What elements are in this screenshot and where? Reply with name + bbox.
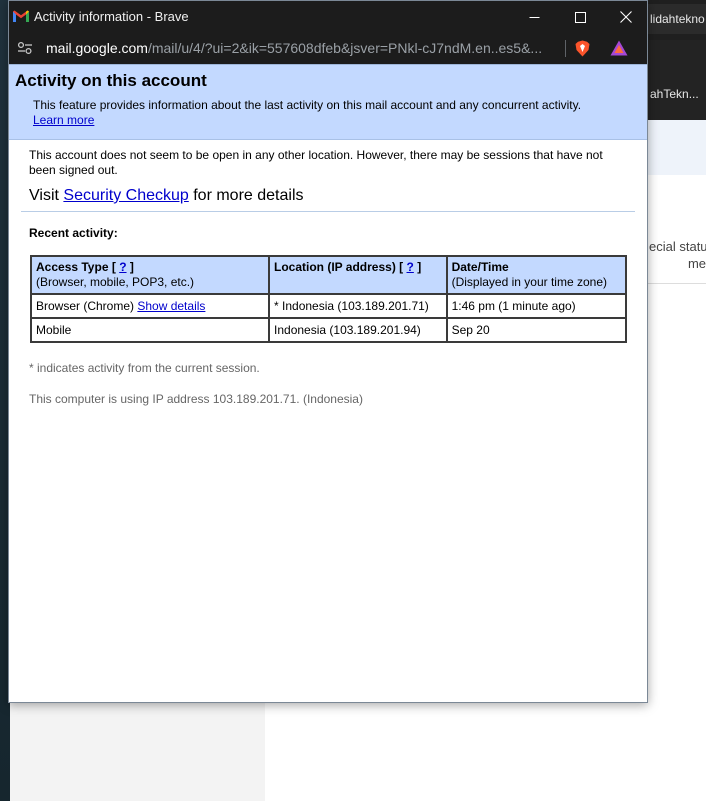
header-description: This feature provides information about …	[15, 98, 641, 128]
gmail-icon	[13, 10, 29, 22]
header-location: Location (IP address) [ ? ]	[268, 255, 448, 295]
background-main	[265, 702, 706, 801]
header-panel: Activity on this account This feature pr…	[9, 65, 647, 140]
cell-time: Sep 20	[445, 317, 628, 343]
header-location-title: Location (IP address)	[274, 260, 396, 274]
background-bookmark[interactable]: ahTekn...	[648, 80, 706, 108]
security-checkup-line: Visit Security Checkup for more details	[9, 178, 647, 211]
show-details-link[interactable]: Show details	[137, 299, 205, 313]
header-access-type: Access Type [ ? ] (Browser, mobile, POP3…	[29, 255, 271, 295]
cell-location: * Indonesia (103.189.201.71)	[268, 293, 448, 319]
page-title: Activity on this account	[15, 71, 207, 90]
table-row: Mobile Indonesia (103.189.201.94) Sep 20	[29, 317, 628, 343]
background-divider	[647, 283, 706, 284]
minimize-button[interactable]	[511, 1, 557, 33]
cell-access: Browser (Chrome) Show details	[29, 293, 271, 319]
header-datetime-title: Date/Time	[451, 260, 509, 274]
access-type-help-link[interactable]: ?	[119, 260, 126, 274]
activity-popup-window: Activity information - Brave mail.google…	[8, 0, 648, 703]
learn-more-link[interactable]: Learn more	[33, 113, 94, 127]
intro-text: This account does not seem to be open in…	[29, 148, 603, 177]
cell-access: Mobile	[29, 317, 271, 343]
ip-address-note: This computer is using IP address 103.18…	[29, 392, 363, 406]
current-session-note: * indicates activity from the current se…	[29, 361, 260, 375]
maximize-button[interactable]	[557, 1, 603, 33]
address-bar[interactable]: mail.google.com/mail/u/4/?ui=2&ik=557608…	[9, 33, 647, 64]
background-status-text: ecial statu me	[649, 238, 706, 272]
url-text[interactable]: mail.google.com/mail/u/4/?ui=2&ik=557608…	[46, 40, 551, 56]
url-path: /mail/u/4/?ui=2&ik=557608dfeb&jsver=PNkl…	[147, 40, 543, 56]
header-datetime: Date/Time (Displayed in your time zone)	[445, 255, 628, 295]
visit-prefix: Visit	[29, 187, 64, 204]
brave-shields-icon[interactable]	[575, 40, 590, 57]
brave-rewards-icon[interactable]	[610, 40, 628, 56]
cell-access-text: Browser (Chrome)	[36, 299, 135, 313]
activity-page: Activity on this account This feature pr…	[9, 64, 647, 702]
header-datetime-sub: (Displayed in your time zone)	[451, 275, 607, 289]
window-title: Activity information - Brave	[34, 9, 189, 24]
site-settings-icon[interactable]	[17, 41, 33, 55]
background-banner	[647, 120, 706, 175]
background-status-line-1: ecial statu	[649, 239, 706, 254]
recent-activity-title: Recent activity:	[29, 226, 118, 240]
cell-time: 1:46 pm (1 minute ago)	[445, 293, 628, 319]
background-sidebar	[10, 702, 265, 801]
window-titlebar[interactable]: Activity information - Brave	[9, 1, 647, 33]
header-access-type-title: Access Type	[36, 260, 109, 274]
table-header-row: Access Type [ ? ] (Browser, mobile, POP3…	[29, 255, 628, 295]
close-icon	[620, 11, 632, 23]
maximize-icon	[574, 11, 586, 23]
security-checkup-link[interactable]: Security Checkup	[63, 187, 188, 204]
background-status-line-2: me	[687, 256, 706, 271]
url-host: mail.google.com	[46, 40, 148, 56]
url-separator	[565, 40, 566, 57]
close-button[interactable]	[603, 1, 647, 33]
minimize-icon	[529, 16, 539, 18]
cell-location: Indonesia (103.189.201.94)	[268, 317, 448, 343]
table-row: Browser (Chrome) Show details * Indonesi…	[29, 293, 628, 319]
header-description-text: This feature provides information about …	[33, 98, 582, 112]
visit-suffix: for more details	[188, 187, 304, 204]
background-tab[interactable]: lidahtekno	[648, 4, 706, 34]
activity-table: Access Type [ ? ] (Browser, mobile, POP3…	[29, 255, 628, 343]
header-access-type-sub: (Browser, mobile, POP3, etc.)	[36, 275, 195, 289]
location-help-link[interactable]: ?	[407, 260, 414, 274]
